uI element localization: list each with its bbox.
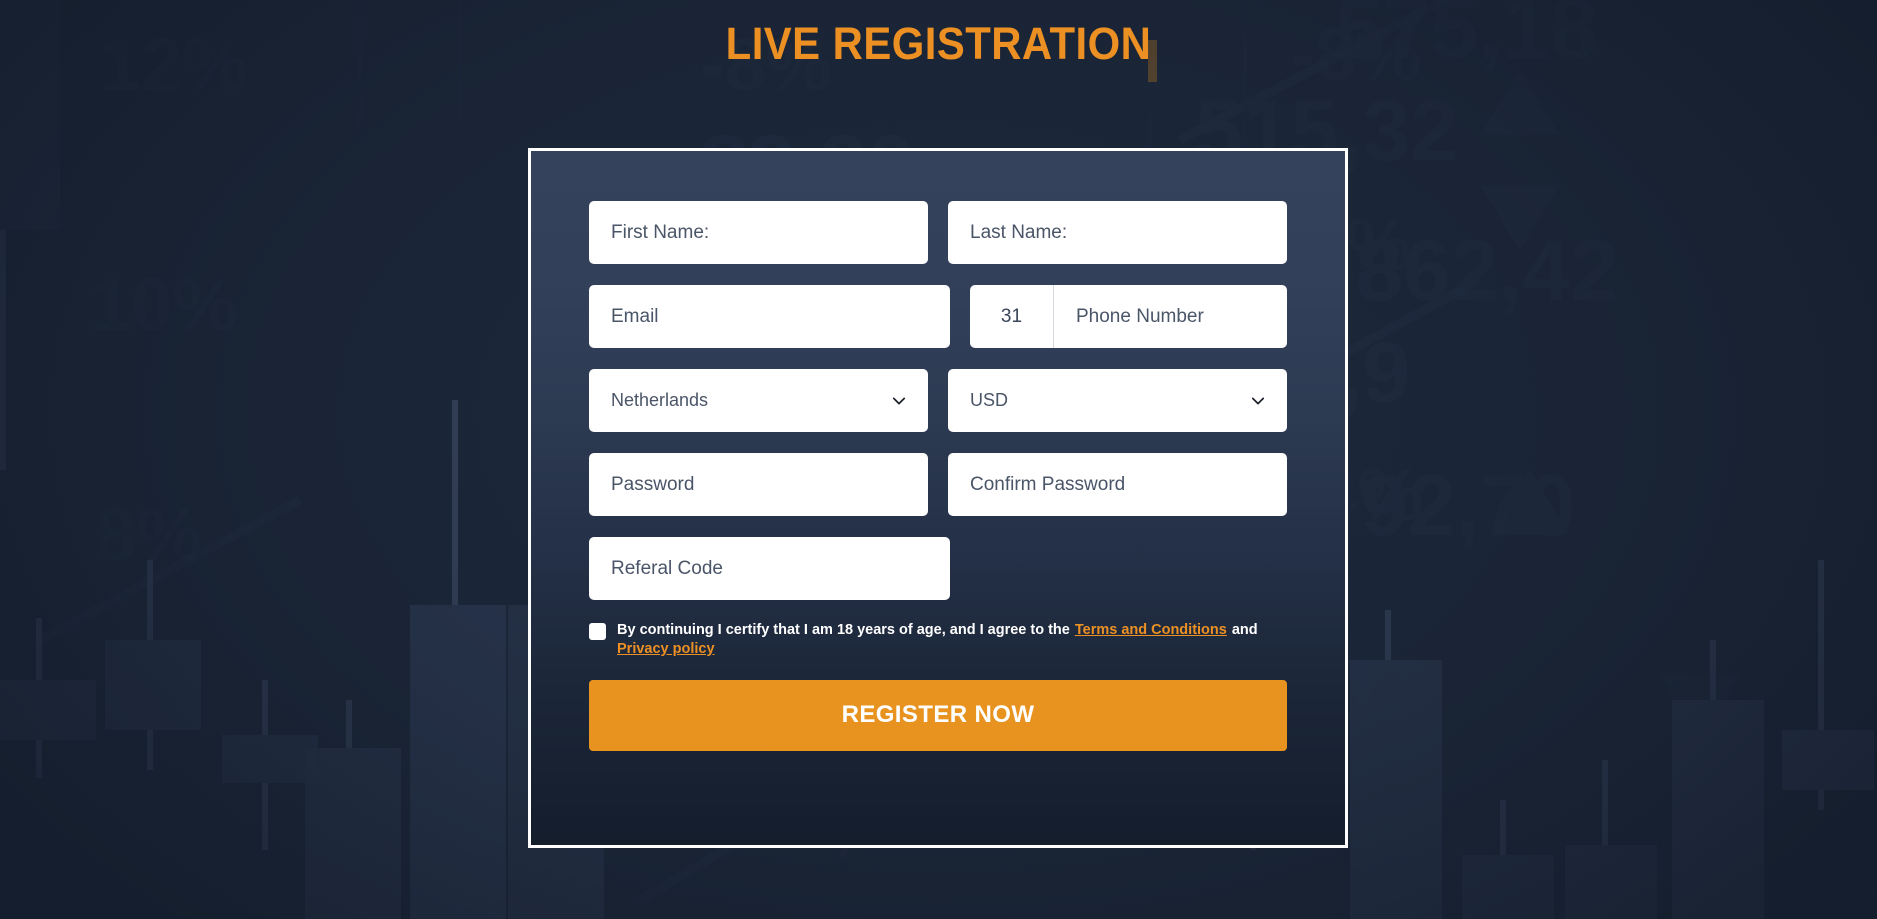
- name-row: First Name: Last Name:: [589, 201, 1287, 264]
- phone-number-placeholder: Phone Number: [1076, 305, 1204, 327]
- password-placeholder: Password: [611, 473, 695, 495]
- phone-country-code[interactable]: 31: [970, 285, 1054, 348]
- country-select[interactable]: Netherlands: [589, 369, 928, 432]
- svg-text:10%: 10%: [90, 263, 238, 346]
- phone-number-field[interactable]: Phone Number: [1054, 285, 1287, 348]
- country-select-value: Netherlands: [611, 390, 709, 410]
- email-placeholder: Email: [611, 305, 659, 327]
- currency-select-value: USD: [970, 390, 1009, 410]
- terms-text-before: By continuing I certify that I am 18 yea…: [617, 622, 1070, 638]
- currency-select[interactable]: USD: [948, 369, 1287, 432]
- registration-form: First Name: Last Name: Email 31 Phone Nu…: [531, 151, 1345, 751]
- terms-text: By continuing I certify that I am 18 yea…: [617, 621, 1281, 660]
- chevron-down-icon: [892, 394, 906, 408]
- registration-form-panel: First Name: Last Name: Email 31 Phone Nu…: [528, 148, 1348, 848]
- referral-code-field[interactable]: Referal Code: [589, 537, 950, 600]
- referral-row-spacer: [970, 537, 1287, 600]
- terms-agreement-row: By continuing I certify that I am 18 yea…: [589, 621, 1287, 660]
- privacy-policy-link[interactable]: Privacy policy: [617, 641, 715, 657]
- referral-row: Referal Code: [589, 537, 1287, 600]
- confirm-password-placeholder: Confirm Password: [970, 473, 1126, 495]
- password-row: Password Confirm Password: [589, 453, 1287, 516]
- terms-checkbox[interactable]: [589, 623, 606, 640]
- referral-code-placeholder: Referal Code: [611, 557, 723, 579]
- register-now-button[interactable]: REGISTER NOW: [589, 679, 1287, 751]
- last-name-field[interactable]: Last Name:: [948, 201, 1287, 264]
- email-phone-row: Email 31 Phone Number: [589, 285, 1287, 348]
- confirm-password-field[interactable]: Confirm Password: [948, 453, 1287, 516]
- chevron-down-icon: [1251, 394, 1265, 408]
- page-title: LIVE REGISTRATION: [725, 18, 1152, 69]
- email-field[interactable]: Email: [589, 285, 950, 348]
- country-currency-row: Netherlands USD: [589, 369, 1287, 432]
- first-name-placeholder: First Name:: [611, 221, 710, 243]
- terms-and-conditions-link[interactable]: Terms and Conditions: [1075, 622, 1227, 638]
- phone-field-group: 31 Phone Number: [970, 285, 1287, 348]
- last-name-placeholder: Last Name:: [970, 221, 1068, 243]
- password-field[interactable]: Password: [589, 453, 928, 516]
- terms-conjunction: and: [1231, 622, 1258, 638]
- first-name-field[interactable]: First Name:: [589, 201, 928, 264]
